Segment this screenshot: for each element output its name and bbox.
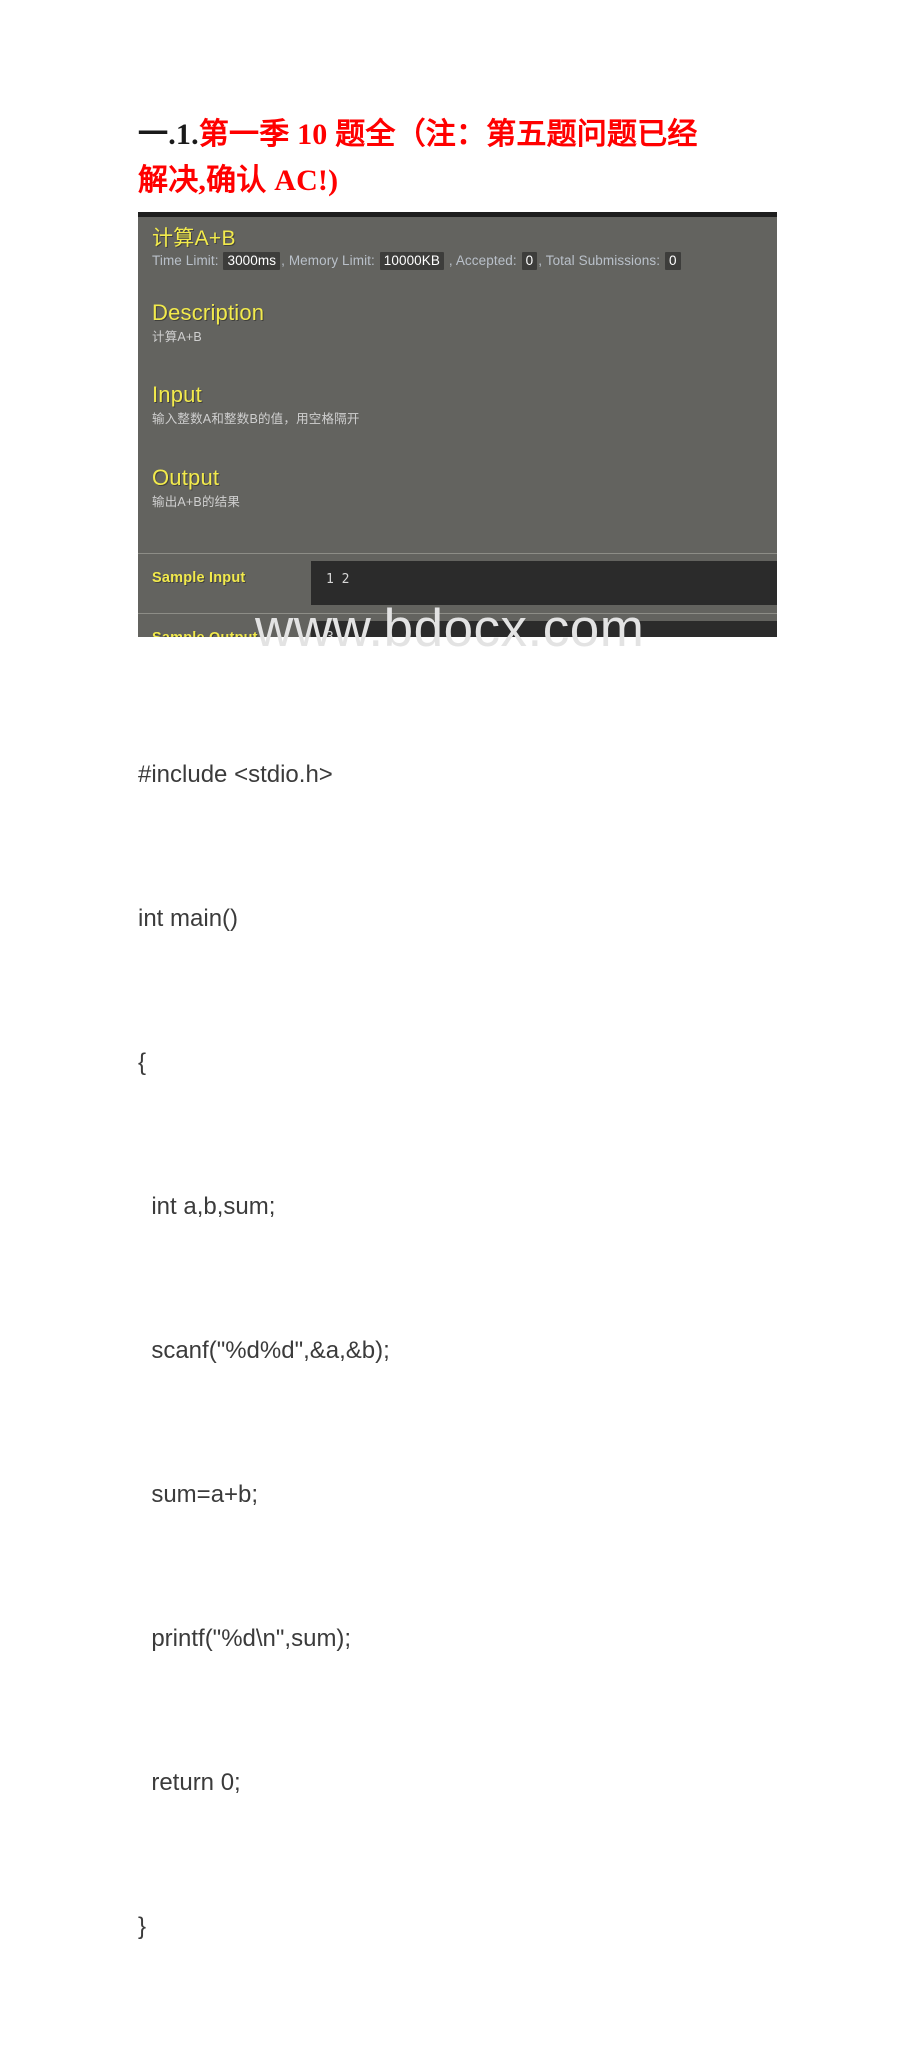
divider [138, 553, 777, 554]
sample-output-box: 3 [311, 621, 777, 637]
section-heading: Output [152, 465, 220, 490]
memory-limit-value: 10000KB [379, 252, 444, 270]
page-title: 一.1.第一季 10 题全（注：第五题问题已经 解决,确认 AC!) [138, 112, 788, 203]
code-line: { [138, 1049, 147, 1076]
panel-inner: 计算A+B Time Limit: 3000ms, Memory Limit: … [138, 217, 777, 637]
sample-output-row: Sample Output 3 [138, 621, 777, 637]
section-description: Description 计算A+B [152, 301, 752, 345]
sample-output-value: 3 [326, 630, 334, 637]
code-line: scanf("%d%d",&a,&b); [138, 1337, 390, 1364]
code-line: int a,b,sum; [138, 1193, 276, 1220]
section-body: 输出A+B的结果 [152, 495, 241, 510]
accepted-label: Accepted: [455, 253, 517, 268]
sample-input-label: Sample Input [152, 570, 246, 586]
code-line: printf("%d\n",sum); [138, 1625, 352, 1652]
code-line: return 0; [138, 1769, 241, 1796]
section-heading: Input [152, 382, 202, 407]
code-line: #include <stdio.h> [138, 761, 333, 788]
problem-title: 计算A+B [152, 227, 236, 250]
section-body: 输入整数A和整数B的值，用空格隔开 [152, 412, 360, 427]
accepted-value: 0 [521, 252, 538, 270]
divider [138, 613, 777, 614]
time-limit-label: Time Limit: [152, 253, 219, 268]
heading-line2: 解决,确认 AC!) [138, 163, 339, 197]
sample-input-row: Sample Input 1 2 [138, 561, 777, 611]
heading-main: 第一季 10 题全（注：第五题问题已经 [198, 118, 698, 151]
total-submissions-label: Total Submissions: [545, 253, 661, 268]
document-page: 一.1.第一季 10 题全（注：第五题问题已经 解决,确认 AC!) 计算A+B… [0, 0, 920, 1940]
section-body: 计算A+B [152, 330, 202, 345]
meta-sep-3: , [538, 253, 543, 268]
heading-prefix: 一.1. [138, 118, 199, 151]
code-line: } [138, 1913, 147, 1940]
meta-sep-1: , [281, 253, 285, 268]
oj-problem-panel: 计算A+B Time Limit: 3000ms, Memory Limit: … [138, 212, 777, 637]
section-output: Output 输出A+B的结果 [152, 466, 752, 510]
section-heading: Description [152, 300, 265, 325]
memory-limit-label: Memory Limit: [288, 253, 375, 268]
total-submissions-value: 0 [664, 252, 681, 270]
code-block: #include <stdio.h> int main() { int a,b,… [138, 655, 798, 2047]
time-limit-value: 3000ms [223, 252, 281, 270]
code-line: int main() [138, 905, 239, 932]
sample-output-label: Sample Output [152, 630, 258, 637]
problem-meta: Time Limit: 3000ms, Memory Limit: 10000K… [152, 252, 682, 270]
sample-input-box: 1 2 [311, 561, 777, 605]
meta-sep-2: , [448, 253, 453, 268]
code-line: sum=a+b; [138, 1481, 259, 1508]
sample-input-value: 1 2 [326, 572, 350, 587]
section-input: Input 输入整数A和整数B的值，用空格隔开 [152, 383, 752, 427]
